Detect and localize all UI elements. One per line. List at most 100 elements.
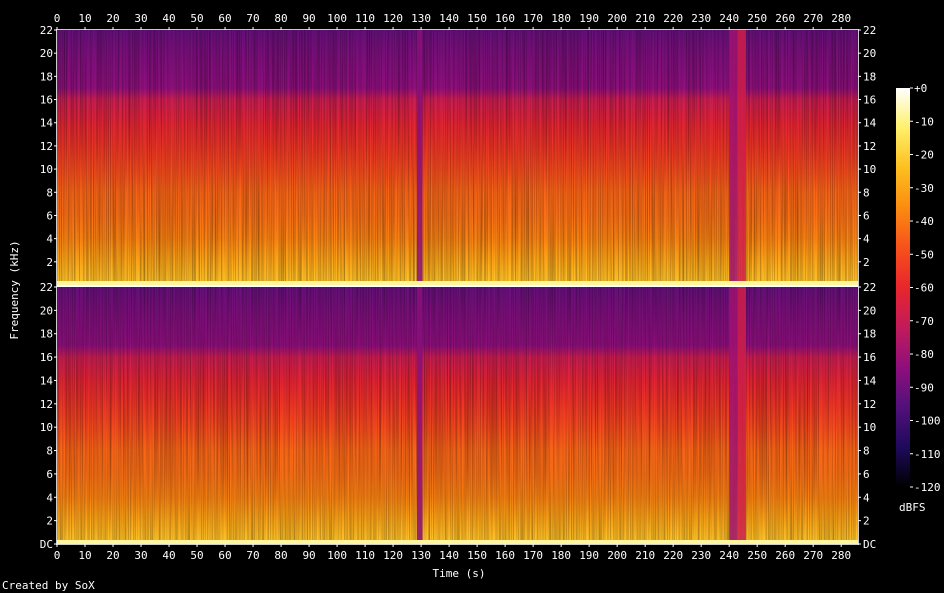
y-tick-label-left: 12 [40,140,53,153]
x-tick-label-top: 210 [635,12,655,25]
y-tick-label-right: 4 [863,233,870,246]
y-tick-label-right: 18 [863,328,876,341]
colorbar-tick-label: +0 [914,82,927,95]
x-tick-label-bottom: 240 [719,549,739,562]
x-tick-label-bottom: 150 [467,549,487,562]
y-tick-label-left: 18 [40,328,53,341]
quiet-segment [729,287,738,540]
y-tick-label-right: 20 [863,47,876,60]
spectrogram-chart: 0 0 10 10 20 20 30 30 40 40 50 50 60 60 70 70 80 80 90 90 10… [40,12,941,562]
x-tick-label-bottom: 10 [78,549,91,562]
x-tick-label-bottom: 260 [775,549,795,562]
y-tick-label-right: 6 [863,209,870,222]
x-tick-label-top: 240 [719,12,739,25]
x-tick-label-top: 80 [274,12,287,25]
x-tick-label-top: 180 [551,12,571,25]
x-tick-label-bottom: 60 [218,549,231,562]
y-tick-label-left: 22 [40,24,53,37]
y-axis-label: Frequency (kHz) [8,240,21,340]
y-tick-label-right: 14 [863,374,877,387]
quiet-segment [737,287,746,540]
y-tick-label-left: 18 [40,70,53,83]
y-tick-label-right: 16 [863,94,876,107]
colorbar-tick-label: -40 [914,215,934,228]
y-tick-label-right: 16 [863,351,876,364]
y-tick-label-right: 8 [863,186,870,199]
x-tick-label-bottom: 40 [162,549,175,562]
x-tick-label-bottom: 220 [663,549,683,562]
y-tick-label-left: 2 [46,515,53,528]
x-tick-label-top: 280 [831,12,851,25]
x-tick-label-top: 220 [663,12,683,25]
colorbar-tick-label: -30 [914,182,934,195]
x-tick-label-top: 110 [355,12,375,25]
x-tick-label-top: 270 [803,12,823,25]
y-tick-label-left: 16 [40,94,53,107]
colorbar-tick-label: -110 [914,448,941,461]
x-tick-label-top: 190 [579,12,599,25]
x-tick-label-top: 260 [775,12,795,25]
quiet-segment [416,287,423,540]
y-tick-label-right: 12 [863,140,876,153]
colorbar-tick-label: -80 [914,348,934,361]
x-tick-label-top: 20 [106,12,119,25]
colorbar-tick-label: -120 [914,481,941,494]
y-tick-label-left: 12 [40,398,53,411]
x-axis-label: Time (s) [432,567,486,580]
y-tick-label-right: 10 [863,163,876,176]
y-tick-label-left: 2 [46,256,53,269]
y-tick-label-right: 14 [863,117,877,130]
colorbar-tick-label: -100 [914,415,941,428]
x-tick-label-top: 10 [78,12,91,25]
x-tick-label-bottom: 50 [190,549,203,562]
y-tick-label-right: 18 [863,70,876,83]
y-tick-label-left: 8 [46,186,53,199]
y-tick-label-left: 20 [40,304,53,317]
x-tick-label-bottom: 90 [302,549,315,562]
colorbar-tick-label: -20 [914,149,934,162]
x-tick-label-top: 30 [134,12,147,25]
colorbar-gradient [896,88,910,487]
y-tick-label-right: 10 [863,421,876,434]
colorbar-tick-label: -90 [914,381,934,394]
y-tick-label-right: 20 [863,304,876,317]
quiet-segment [737,30,746,281]
y-tick-label-left: 10 [40,163,53,176]
y-tick-label-left: DC [40,538,53,551]
x-tick-label-bottom: 70 [246,549,259,562]
y-tick-label-right: 22 [863,281,876,294]
y-tick-label-right: 6 [863,468,870,481]
x-tick-label-top: 150 [467,12,487,25]
x-tick-label-bottom: 270 [803,549,823,562]
y-tick-label-left: 20 [40,47,53,60]
x-tick-label-bottom: 190 [579,549,599,562]
x-tick-label-bottom: 130 [411,549,431,562]
colorbar-tick-label: -50 [914,248,934,261]
x-tick-label-top: 200 [607,12,627,25]
credit-text: Created by SoX [2,579,95,592]
x-tick-label-bottom: 110 [355,549,375,562]
x-tick-label-bottom: 170 [523,549,543,562]
x-tick-label-bottom: 280 [831,549,851,562]
y-tick-label-left: 14 [40,117,54,130]
x-tick-label-top: 160 [495,12,515,25]
colorbar-tick-label: -70 [914,315,934,328]
x-tick-label-bottom: 30 [134,549,147,562]
y-tick-label-left: 8 [46,445,53,458]
x-tick-label-top: 0 [54,12,61,25]
x-tick-label-bottom: 0 [54,549,61,562]
colorbar-tick-label: -60 [914,282,934,295]
dc-band [57,540,858,544]
x-tick-label-top: 230 [691,12,711,25]
x-tick-label-bottom: 250 [747,549,767,562]
x-tick-label-bottom: 140 [439,549,459,562]
y-tick-label-right: 8 [863,445,870,458]
x-tick-label-top: 90 [302,12,315,25]
y-tick-label-right: DC [863,538,876,551]
x-tick-label-bottom: 100 [327,549,347,562]
x-tick-label-bottom: 120 [383,549,403,562]
x-tick-label-top: 130 [411,12,431,25]
y-tick-label-left: 4 [46,233,53,246]
x-tick-label-top: 40 [162,12,175,25]
y-tick-label-left: 10 [40,421,53,434]
